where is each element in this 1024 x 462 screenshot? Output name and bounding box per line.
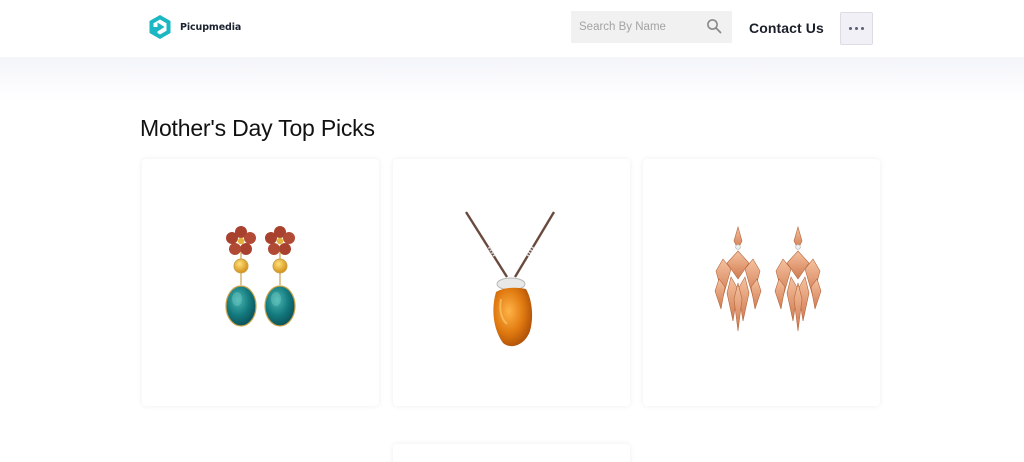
logo-icon	[149, 15, 171, 39]
contact-us-link[interactable]: Contact Us	[749, 20, 824, 36]
search-box	[571, 11, 732, 43]
search-icon[interactable]	[706, 18, 722, 34]
product-image-earrings	[225, 226, 296, 327]
product-card[interactable]	[393, 444, 630, 462]
product-image-chandelier-earrings	[714, 225, 822, 332]
product-card[interactable]	[142, 159, 379, 406]
more-horizontal-icon	[861, 27, 864, 30]
logo-text: Picupmedia	[180, 21, 242, 33]
more-horizontal-icon	[855, 27, 858, 30]
search-input[interactable]	[571, 12, 696, 42]
product-card[interactable]	[643, 159, 880, 406]
more-menu-button[interactable]	[840, 12, 873, 45]
more-horizontal-icon	[849, 27, 852, 30]
product-image-necklace	[464, 211, 556, 347]
logo-link[interactable]: Picupmedia	[148, 14, 241, 40]
section-title: Mother's Day Top Picks	[140, 115, 375, 141]
product-card[interactable]	[393, 159, 630, 406]
site-header: Picupmedia Contact Us	[0, 0, 1024, 57]
header-shadow	[0, 57, 1024, 102]
